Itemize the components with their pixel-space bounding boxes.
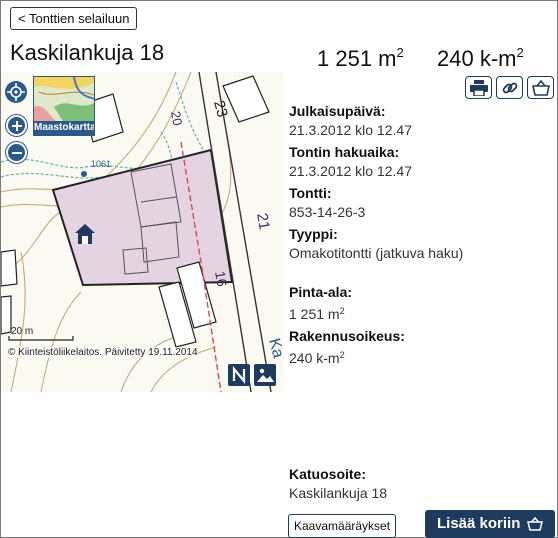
map-copyright: © Kiinteistöliikelaitos. Päivitetty 19.1… — [8, 347, 198, 358]
plot-id-value: 853-14-26-3 — [289, 204, 366, 220]
header-building-rights: 240 k-m2 — [437, 40, 524, 72]
link-icon — [502, 82, 517, 93]
area-value: 1 251 m2 — [289, 302, 549, 324]
building-rights-label: Rakennusoikeus: — [289, 328, 405, 344]
plot-type-value: Omakotitontti (jatkuva haku) — [289, 245, 464, 261]
page-title: Kaskilankuja 18 — [10, 40, 165, 65]
map-scale-label: 20 m — [11, 326, 33, 337]
print-icon — [469, 79, 488, 96]
plot-type-label: Tyyppi: — [289, 226, 338, 242]
building-rights-value: 240 k-m2 — [289, 346, 549, 368]
basket-icon — [531, 79, 550, 96]
add-to-cart-label: Lisää koriin — [437, 515, 521, 532]
zoom-in-button[interactable] — [6, 115, 27, 136]
locate-button[interactable] — [5, 81, 27, 103]
header-building-rights-value: 240 k-m — [437, 46, 517, 71]
apply-period-value: 21.3.2012 klo 12.47 — [289, 163, 412, 179]
building-rights-number: 240 k-m — [289, 350, 340, 366]
map-layer-switcher[interactable]: Maastokartta — [33, 76, 95, 136]
aerial-image-button[interactable] — [254, 364, 276, 386]
header-building-rights-sup: 2 — [516, 45, 524, 60]
street-address-label: Katuosoite: — [289, 466, 366, 482]
crosshair-icon — [7, 83, 25, 101]
plot-id-label: Tontti: — [289, 185, 332, 201]
apply-period-label: Tontin hakuaika: — [289, 144, 400, 160]
back-to-plots-button[interactable]: < Tonttien selailuun — [10, 7, 138, 30]
add-to-cart-button[interactable]: Lisää koriin — [425, 510, 555, 538]
header-area-value: 1 251 m — [317, 46, 397, 71]
terrain-map-thumbnail — [34, 77, 94, 123]
map-label-20: 20 — [168, 110, 185, 127]
published-label: Julkaisupäivä: — [289, 103, 386, 119]
map-label-street: Ka — [265, 337, 284, 360]
north-arrow-button[interactable] — [228, 364, 250, 386]
print-button[interactable] — [465, 76, 492, 99]
link-button[interactable] — [496, 76, 523, 99]
map-label-23: 23 — [210, 99, 231, 120]
map-label-16: 16 — [212, 270, 230, 288]
street-address-value: Kaskilankuja 18 — [289, 485, 388, 501]
building-rights-sup: 2 — [339, 350, 345, 360]
area-number: 1 251 m — [289, 306, 340, 322]
minus-icon — [11, 151, 22, 154]
image-icon — [257, 368, 274, 382]
layer-label: Maastokartta — [34, 121, 95, 135]
header-area-sup: 2 — [396, 45, 404, 60]
zoning-regulations-button[interactable]: Kaavamääräykset — [288, 514, 397, 538]
basket-icon — [527, 517, 543, 531]
plot-info-panel: Julkaisupäivä: 21.3.2012 klo 12.47 Tonti… — [289, 102, 549, 371]
map-label-21: 21 — [253, 212, 273, 231]
area-sup: 2 — [339, 306, 345, 316]
published-value: 21.3.2012 klo 12.47 — [289, 122, 412, 138]
street-address: Katuosoite: Kaskilankuja 18 — [289, 465, 387, 503]
header-area: 1 251 m2 — [317, 40, 404, 72]
zoom-out-button[interactable] — [6, 142, 27, 163]
basket-button[interactable] — [527, 76, 554, 99]
north-arrow-icon — [232, 365, 246, 385]
area-label: Pinta-ala: — [289, 284, 353, 300]
map-label-1061: 1061 — [91, 159, 111, 169]
